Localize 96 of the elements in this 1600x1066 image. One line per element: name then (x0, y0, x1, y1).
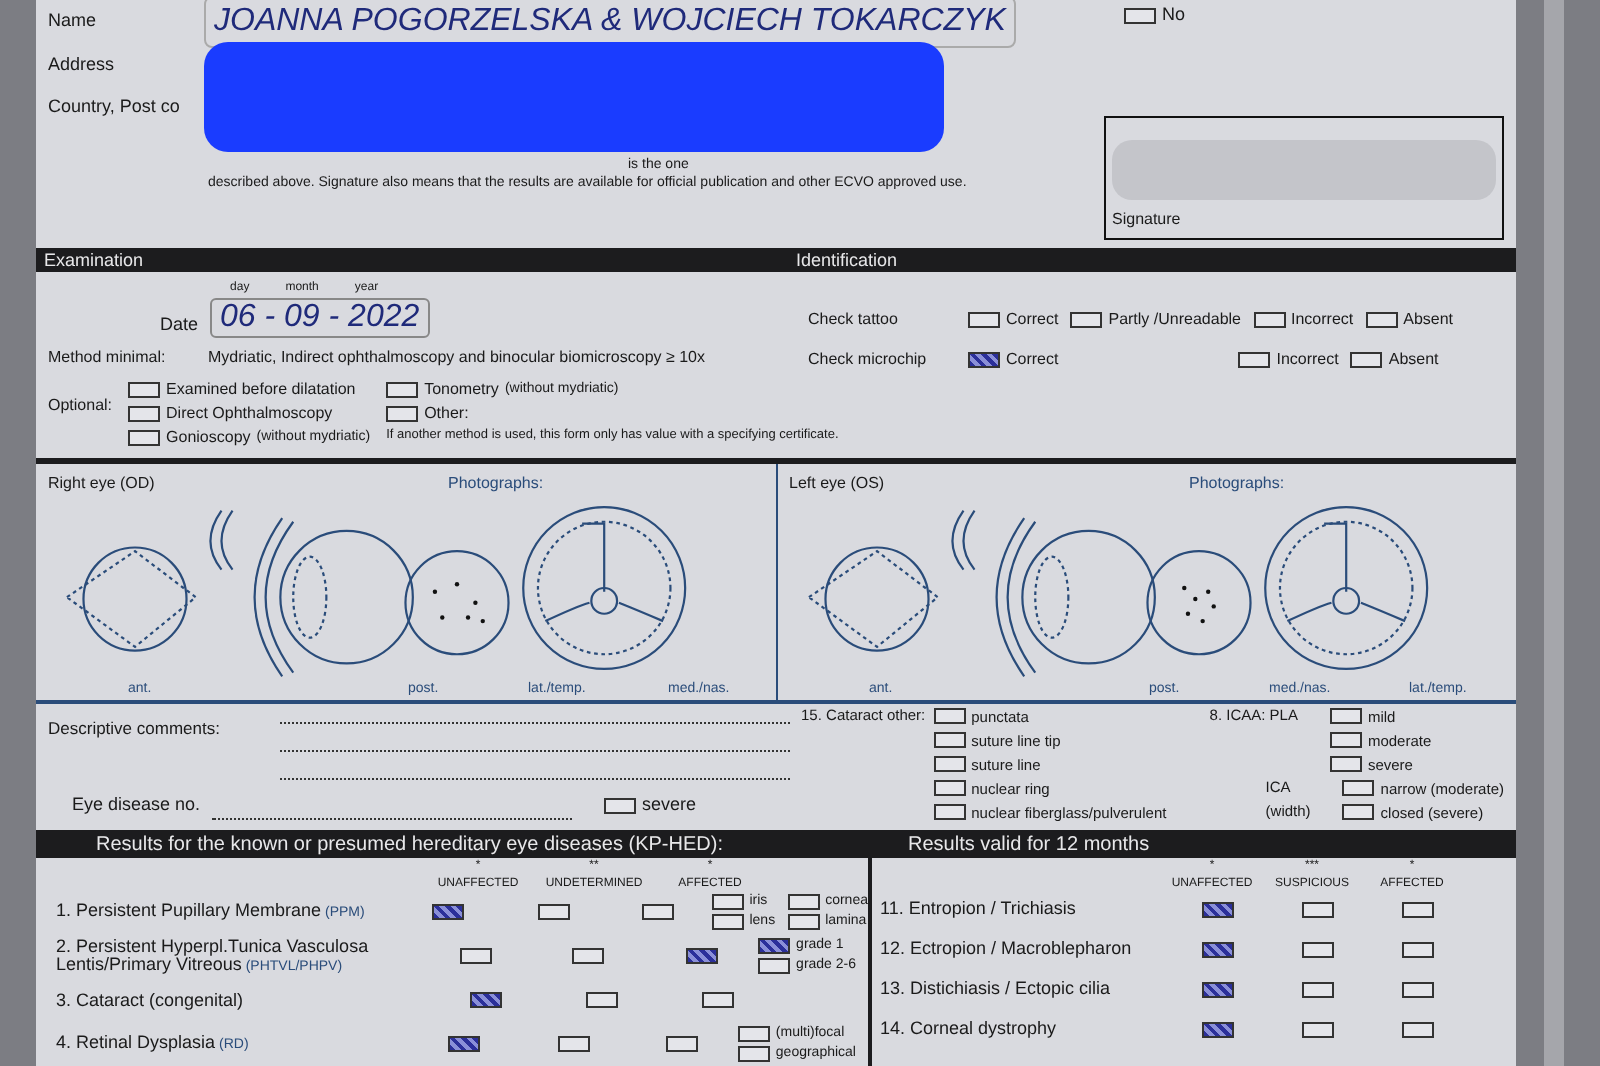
checkbox[interactable] (1070, 312, 1103, 328)
checkbox[interactable] (1402, 902, 1434, 918)
checked-checkbox[interactable] (1202, 1022, 1234, 1038)
checked-checkbox[interactable] (685, 948, 718, 964)
disease-name: 3. Cataract (congenital) (56, 989, 244, 1009)
checked-checkbox[interactable] (447, 1036, 480, 1052)
checkbox[interactable] (459, 948, 492, 964)
signature-label: Signature (1112, 208, 1183, 232)
checkbox[interactable] (711, 893, 744, 910)
checkbox[interactable] (1302, 902, 1334, 918)
checkbox[interactable] (933, 804, 966, 821)
checkbox[interactable] (1402, 1022, 1434, 1038)
checkbox[interactable] (1329, 756, 1362, 773)
photographs-label: Photographs: (448, 471, 544, 496)
checkbox[interactable] (1253, 312, 1285, 328)
checkbox[interactable] (787, 893, 820, 910)
field-label: Name (48, 8, 99, 35)
checkbox[interactable] (968, 312, 1000, 328)
checked-checkbox[interactable] (758, 937, 791, 954)
option-label: Incorrect (1291, 308, 1354, 332)
checkbox[interactable] (1302, 942, 1334, 958)
option-label: No (1162, 2, 1186, 29)
eye-title: Left eye (OS) (789, 471, 887, 496)
checkbox[interactable] (666, 1036, 699, 1052)
option-label: Examined before dilatation (166, 378, 356, 402)
checkbox[interactable] (128, 430, 161, 446)
field-label: Country, Post co (48, 94, 182, 121)
option-label: Partly /Unreadable (1108, 308, 1241, 332)
section-title: Examination (42, 248, 146, 272)
disease-name: 12. Ectropion / Macroblepharon (880, 936, 1134, 963)
checkbox[interactable] (1365, 312, 1398, 328)
checkbox[interactable] (1350, 352, 1383, 368)
checked-checkbox[interactable] (1202, 942, 1234, 958)
checkbox[interactable] (1402, 982, 1434, 998)
checked-checkbox[interactable] (968, 352, 1000, 368)
option-label: severe (642, 792, 697, 819)
eye-title: Right eye (OD) (48, 471, 157, 496)
checkbox[interactable] (737, 1046, 770, 1063)
disease-name: 11. Entropion / Trichiasis (880, 896, 1078, 923)
section-title: Results for the known or presumed hereditary eye diseases (KP-HED): (36, 830, 868, 858)
photographs-label: Photographs: (1189, 471, 1285, 496)
checked-checkbox[interactable] (1202, 982, 1234, 998)
field-label: Descriptive comments: (48, 716, 220, 743)
method-text: Mydriatic, Indirect ophthalmoscopy and binocular biomicroscopy ≥ 10x (208, 346, 706, 370)
handwritten-date: 06 - 09 - 2022 (210, 298, 430, 338)
checkbox[interactable] (711, 914, 744, 931)
option-label: Direct Ophthalmoscopy (166, 402, 333, 426)
checkbox[interactable] (1402, 942, 1434, 958)
checkbox[interactable] (1329, 708, 1362, 725)
checkbox[interactable] (642, 904, 675, 920)
field-label: Address (48, 52, 117, 79)
field-label: Check tattoo (808, 308, 900, 332)
checkbox[interactable] (386, 406, 419, 422)
checkbox[interactable] (933, 708, 966, 725)
field-label: Date (160, 311, 199, 337)
checkbox[interactable] (1302, 982, 1334, 998)
option-label: Correct (1006, 348, 1059, 372)
checked-checkbox[interactable] (470, 992, 502, 1008)
option-label: Other: (424, 402, 469, 426)
disease-name: 13. Distichiasis / Ectopic cilia (880, 976, 1113, 1003)
checkbox[interactable] (1124, 8, 1156, 24)
field-label: Eye disease no. (72, 792, 201, 819)
checkbox[interactable] (604, 798, 637, 815)
option-label: Tonometry (424, 378, 499, 402)
disease-name: 14. Corneal dystrophy (880, 1016, 1059, 1043)
field-label: Method minimal: (48, 346, 168, 370)
option-label: Correct (1006, 308, 1059, 332)
option-label: Incorrect (1276, 348, 1339, 372)
checkbox[interactable] (537, 904, 570, 920)
field-label: Check microchip (808, 348, 929, 372)
checked-checkbox[interactable] (1202, 902, 1234, 918)
checkbox[interactable] (1238, 352, 1271, 368)
checkbox[interactable] (128, 382, 161, 398)
section-title: Identification (796, 248, 898, 272)
section-title: Results valid for 12 months (872, 830, 1516, 858)
checkbox[interactable] (702, 992, 734, 1008)
checkbox[interactable] (386, 382, 419, 398)
checkbox[interactable] (572, 948, 605, 964)
option-label: Gonioscopy (166, 426, 251, 450)
checkbox[interactable] (787, 914, 820, 931)
checkbox[interactable] (557, 1036, 590, 1052)
option-label: Absent (1388, 348, 1439, 372)
checkbox[interactable] (933, 732, 966, 749)
checkbox[interactable] (1342, 780, 1375, 797)
checkbox[interactable] (128, 406, 161, 422)
option-label: Absent (1403, 308, 1454, 332)
checked-checkbox[interactable] (431, 904, 464, 920)
checkbox[interactable] (933, 780, 966, 797)
checkbox[interactable] (1342, 804, 1375, 821)
field-label: Optional: (48, 394, 113, 418)
checkbox[interactable] (586, 992, 618, 1008)
checkbox[interactable] (758, 958, 791, 975)
checkbox[interactable] (1329, 732, 1362, 749)
checkbox[interactable] (737, 1025, 770, 1042)
checkbox[interactable] (933, 756, 966, 773)
checkbox[interactable] (1302, 1022, 1334, 1038)
